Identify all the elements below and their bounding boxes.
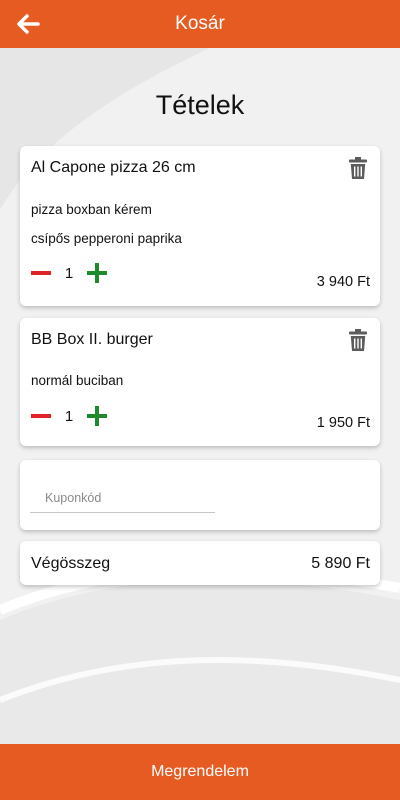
item-note: pizza boxban kérem <box>31 202 152 217</box>
total-value: 5 890 Ft <box>311 555 370 572</box>
delete-item-button[interactable] <box>349 329 367 351</box>
trash-icon <box>349 329 367 351</box>
item-quantity: 1 <box>64 265 74 282</box>
item-name: Al Capone pizza 26 cm <box>31 159 196 176</box>
item-note: normál buciban <box>31 373 124 388</box>
delete-item-button[interactable] <box>349 157 367 179</box>
cart-item-card: Al Capone pizza 26 cm pizza boxban kérem… <box>20 146 380 306</box>
decrease-quantity-button[interactable] <box>31 263 51 283</box>
decrease-quantity-button[interactable] <box>31 406 51 426</box>
trash-icon <box>349 157 367 179</box>
item-quantity: 1 <box>64 408 74 425</box>
items-heading: Tételek <box>155 90 245 120</box>
app-bar: Kosár <box>0 0 400 48</box>
coupon-card <box>20 460 380 530</box>
coupon-code-input[interactable] <box>30 484 215 513</box>
increase-quantity-button[interactable] <box>87 263 107 283</box>
page-title: Kosár <box>175 13 225 34</box>
place-order-button[interactable]: Megrendelem <box>0 744 400 800</box>
total-label: Végösszeg <box>31 555 111 572</box>
item-name: BB Box II. burger <box>31 331 153 348</box>
increase-quantity-button[interactable] <box>87 406 107 426</box>
item-note: csípős pepperoni paprika <box>31 231 182 246</box>
item-price: 1 950 Ft <box>316 415 370 431</box>
item-price: 3 940 Ft <box>316 274 370 290</box>
total-card: Végösszeg 5 890 Ft <box>20 541 380 585</box>
cart-item-card: BB Box II. burger normál buciban 1 1 950… <box>20 318 380 446</box>
